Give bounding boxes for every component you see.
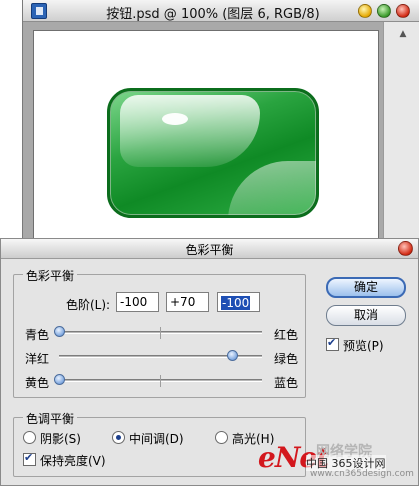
dialog-title: 色彩平衡 [185, 243, 234, 257]
button-highlight [120, 95, 260, 167]
watermark-line2: www.cn365design.com [310, 469, 414, 479]
dialog-titlebar[interactable]: 色彩平衡 [1, 239, 418, 259]
shadows-radio[interactable] [23, 431, 36, 444]
cancel-button[interactable]: 取消 [326, 305, 406, 326]
midtones-radio[interactable] [112, 431, 125, 444]
ok-button[interactable]: 确定 [326, 277, 406, 298]
shadows-label[interactable]: 阴影(S) [40, 430, 81, 447]
document-titlebar[interactable]: 按钮.psd @ 100% (图层 6, RGB/8) [23, 0, 419, 22]
button-specular-dot [162, 113, 188, 125]
preserve-luminosity-checkbox[interactable] [23, 451, 36, 466]
vertical-scrollbar[interactable]: ▲ [383, 22, 419, 240]
slider-red-label: 红色 [274, 328, 299, 342]
document-window: 按钮.psd @ 100% (图层 6, RGB/8) ▲ [22, 0, 419, 240]
slider-center-tick [160, 375, 161, 387]
preview-checkbox[interactable] [326, 336, 339, 351]
minimize-icon[interactable] [358, 4, 372, 18]
magenta-green-slider-track[interactable] [59, 350, 262, 361]
yellow-blue-slider-track[interactable] [54, 374, 262, 387]
cyan-red-slider-thumb[interactable] [54, 326, 65, 337]
slider-magenta-label: 洋红 [25, 352, 50, 366]
slider-yellow-label: 黄色 [25, 376, 50, 390]
document-canvas[interactable] [33, 30, 379, 240]
cyan-red-slider-track[interactable] [54, 326, 262, 339]
slider-blue-label: 蓝色 [274, 376, 299, 390]
level-cyan-red-input[interactable] [116, 292, 159, 312]
levels-label: 色阶(L): [66, 298, 111, 312]
site-watermark: eNet 网络学院 中国 365设计网 www.cn365design.com [258, 441, 419, 486]
slider-center-tick [160, 327, 161, 339]
green-glossy-button-artwork [107, 88, 319, 218]
close-icon[interactable] [396, 4, 410, 18]
highlights-radio[interactable] [215, 431, 228, 444]
photoshop-file-icon [31, 3, 47, 19]
button-swoosh [228, 161, 316, 215]
level-yellow-blue-selected-text: -100 [221, 296, 251, 310]
slider-cyan-label: 青色 [25, 328, 50, 342]
slider-green-label: 绿色 [274, 352, 299, 366]
zoom-icon[interactable] [377, 4, 391, 18]
preserve-luminosity-label[interactable]: 保持亮度(V) [40, 452, 106, 469]
preview-label[interactable]: 预览(P) [343, 337, 384, 354]
level-magenta-green-input[interactable] [166, 292, 209, 312]
document-title: 按钮.psd @ 100% (图层 6, RGB/8) [106, 7, 320, 22]
tone-balance-group-label: 色调平衡 [23, 410, 78, 427]
magenta-green-slider-thumb[interactable] [226, 350, 238, 361]
color-balance-group-label: 色彩平衡 [23, 267, 78, 284]
dialog-close-icon[interactable] [398, 241, 413, 256]
midtones-label[interactable]: 中间调(D) [129, 430, 184, 447]
yellow-blue-slider-thumb[interactable] [54, 374, 65, 385]
scroll-up-icon[interactable]: ▲ [396, 28, 410, 40]
